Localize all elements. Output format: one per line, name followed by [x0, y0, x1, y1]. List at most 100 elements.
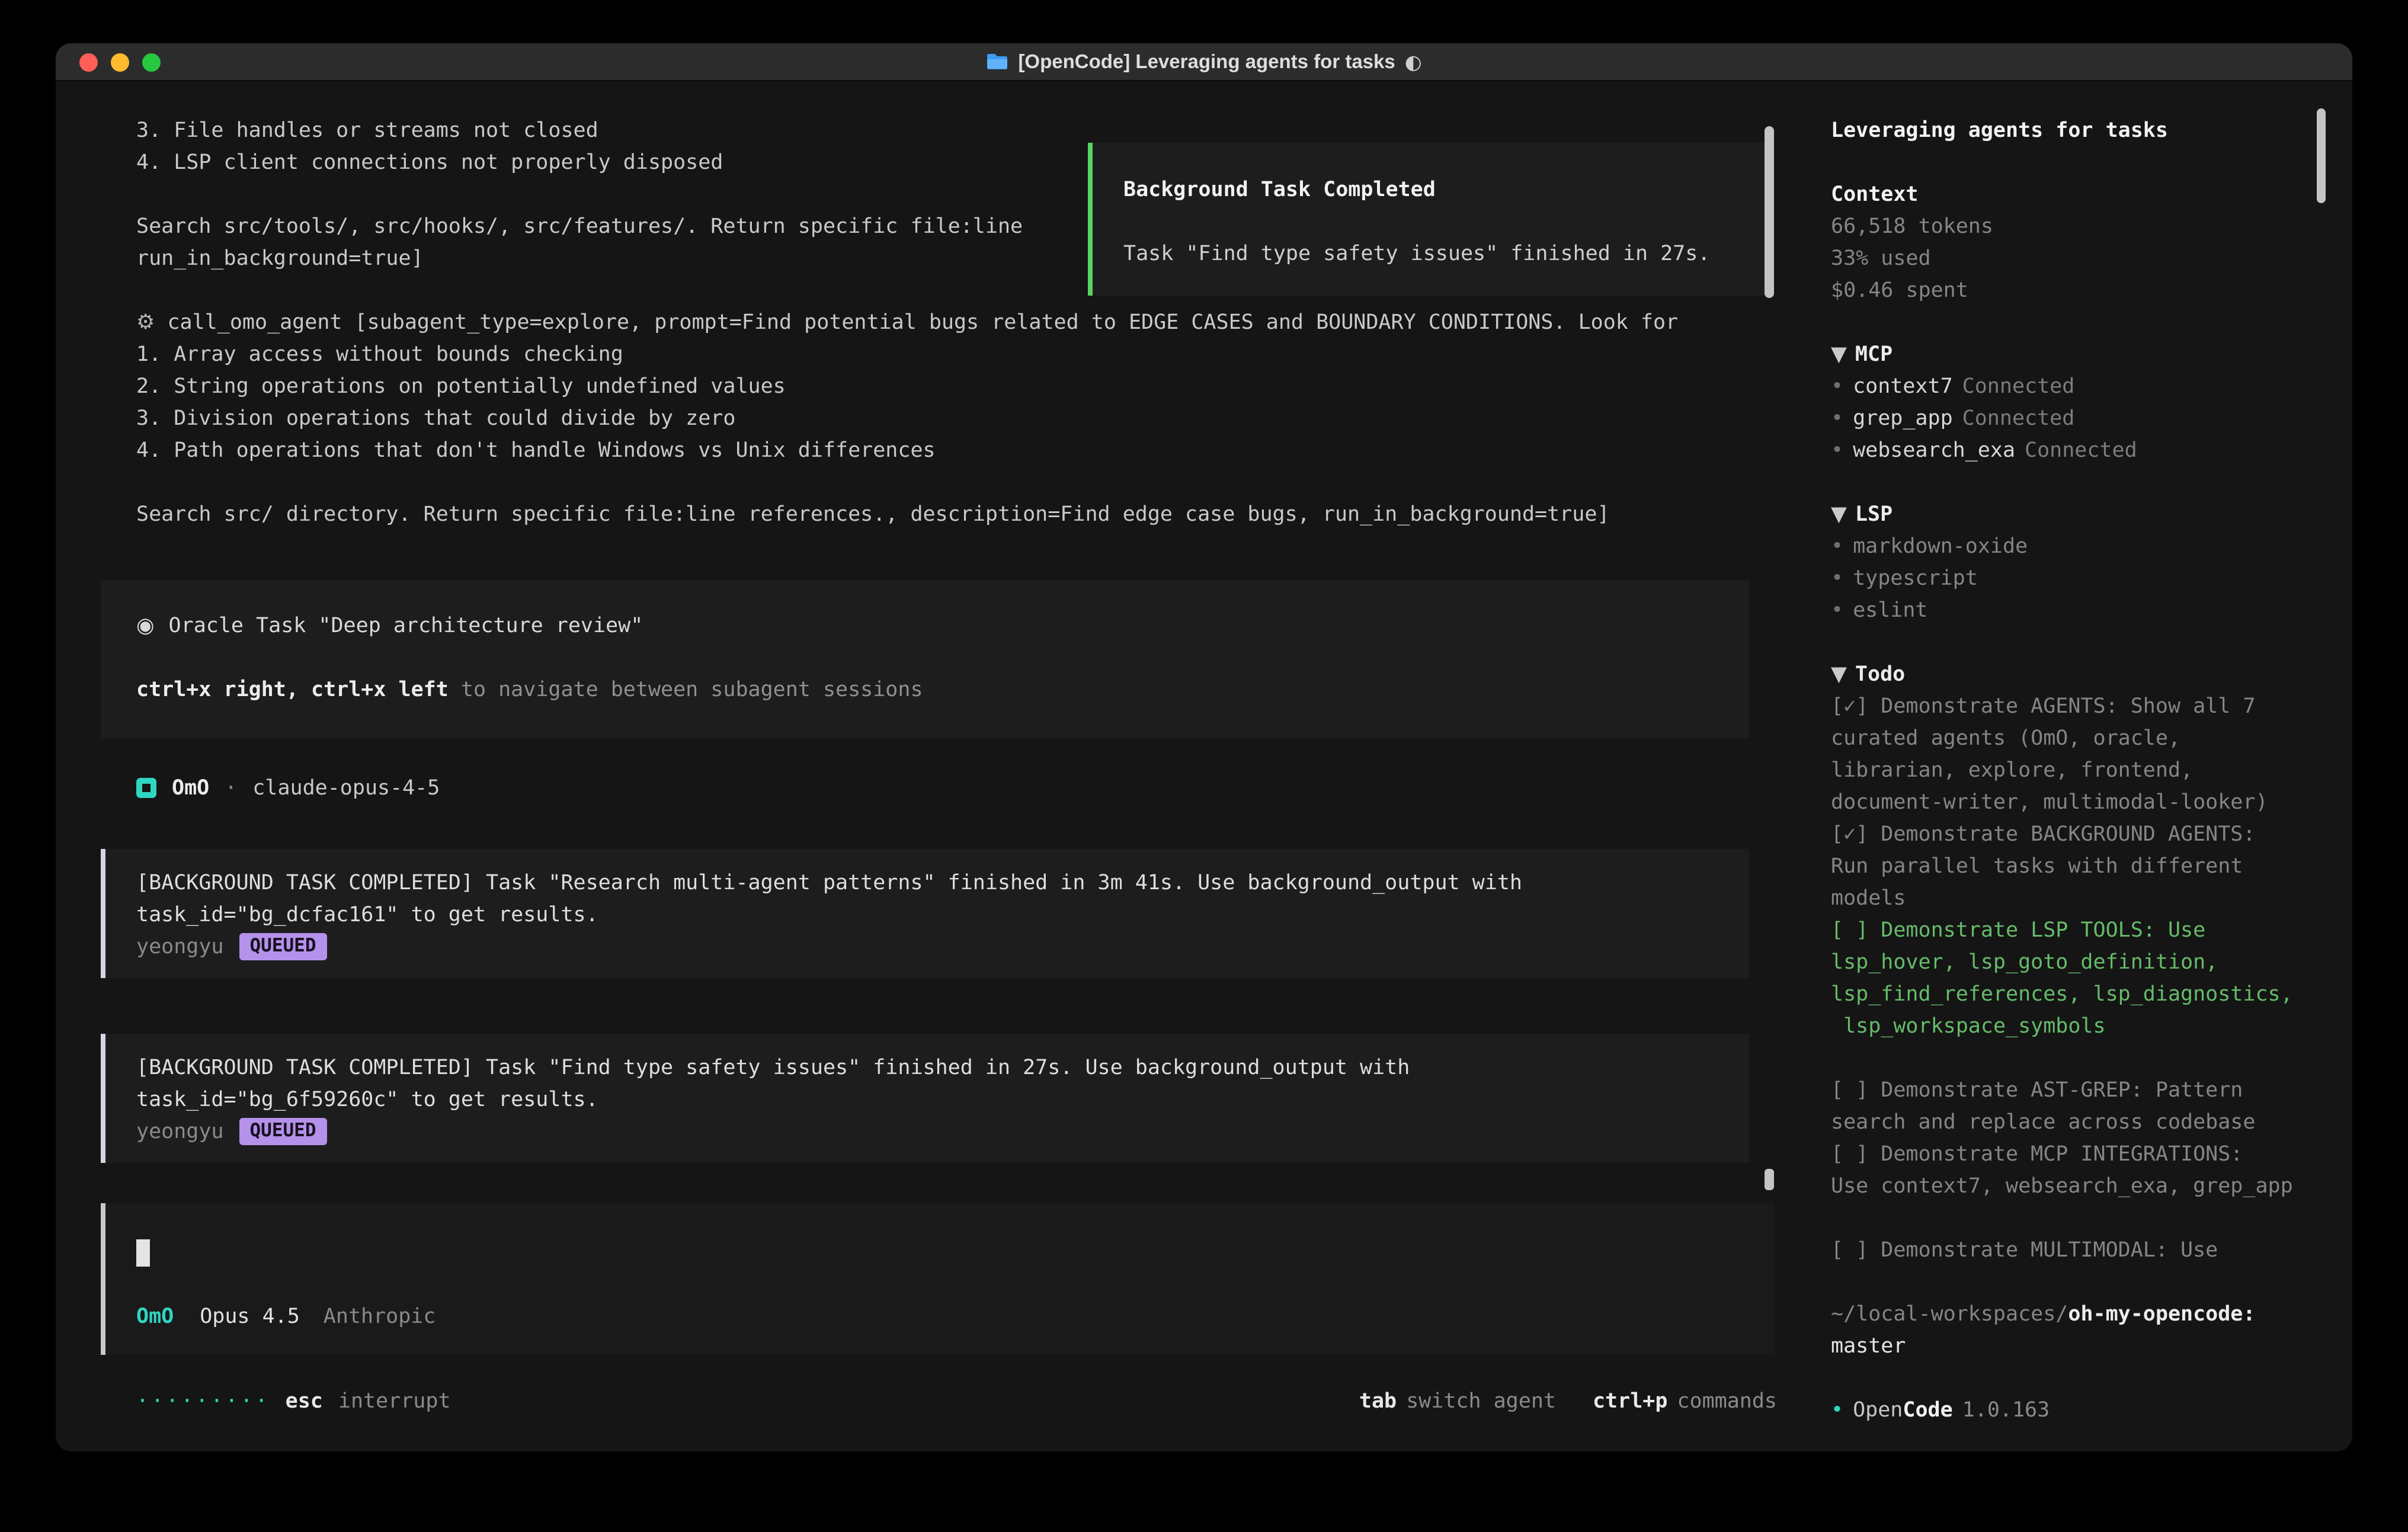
mcp-item: •websearch_exaConnected	[1831, 434, 2326, 466]
main-scrollbar-thumb[interactable]	[1765, 1169, 1774, 1190]
session-title: Leveraging agents for tasks	[1831, 114, 2326, 146]
toast-body: Task "Find type safety issues" finished …	[1123, 238, 1774, 270]
session-sidebar: Leveraging agents for tasks Context 66,5…	[1806, 82, 2352, 1451]
terminal-window: [OpenCode] Leveraging agents for tasks ◐…	[56, 43, 2352, 1451]
todo-line-active: [ ] Demonstrate LSP TOOLS: Use	[1831, 914, 2326, 946]
bullet-icon: •	[1831, 438, 1843, 462]
message-line: task_id="bg_6f59260c" to get results.	[136, 1084, 1714, 1116]
tab-key-hint: tab	[1359, 1389, 1397, 1413]
esc-key-hint: esc	[286, 1389, 323, 1413]
workspace-branch: master	[1831, 1330, 2326, 1362]
output-line: 1. Array access without bounds checking	[101, 338, 1774, 370]
prompt-input[interactable]: OmO Opus 4.5 Anthropic	[101, 1203, 1774, 1355]
todo-line-done: document-writer, multimodal-looker)	[1831, 786, 2326, 818]
message-author: yeongyu	[136, 1116, 224, 1148]
esc-key-label: interrupt	[338, 1389, 451, 1413]
hint-description: to navigate between subagent sessions	[449, 678, 923, 701]
todo-line-done: [✓] Demonstrate BACKGROUND AGENTS:	[1831, 818, 2326, 850]
bullet-icon: •	[1831, 406, 1843, 430]
status-left: ········· esc interrupt	[136, 1389, 451, 1413]
output-line: 4. Path operations that don't handle Win…	[101, 434, 1774, 466]
input-model-line: OmO Opus 4.5 Anthropic	[136, 1300, 1738, 1332]
todo-line-active: lsp_find_references, lsp_diagnostics,	[1831, 978, 2326, 1010]
todo-line-done: Run parallel tasks with different	[1831, 850, 2326, 882]
traffic-lights	[79, 43, 161, 81]
toast-title: Background Task Completed	[1123, 174, 1774, 206]
window-title: [OpenCode] Leveraging agents for tasks ◐	[986, 50, 1421, 73]
agent-model: claude-opus-4-5	[252, 772, 440, 804]
lsp-item: •typescript	[1831, 562, 2326, 594]
bullet-icon: •	[1831, 566, 1843, 590]
chevron-down-icon: ▼	[1831, 502, 1847, 526]
message-author: yeongyu	[136, 931, 224, 963]
tool-call-text: call_omo_agent [subagent_type=explore, p…	[155, 310, 1678, 334]
message-line: [BACKGROUND TASK COMPLETED] Task "Find t…	[136, 1052, 1714, 1084]
todo-line-pending: [ ] Demonstrate MCP INTEGRATIONS:	[1831, 1138, 2326, 1170]
oracle-task-title: ◉Oracle Task "Deep architecture review"	[136, 610, 1714, 642]
ctrlp-key-label: commands	[1677, 1389, 1777, 1413]
agent-name: OmO	[172, 772, 209, 804]
agent-checkbox-icon	[136, 778, 156, 798]
todo-line-pending: Use context7, websearch_exa, grep_app	[1831, 1170, 2326, 1202]
zoom-button[interactable]	[142, 53, 161, 72]
todo-line-done: curated agents (OmO, oracle,	[1831, 722, 2326, 754]
todo-line-done: models	[1831, 882, 2326, 914]
background-task-message: [BACKGROUND TASK COMPLETED] Task "Resear…	[101, 849, 1749, 978]
mcp-item: •context7Connected	[1831, 370, 2326, 402]
input-cursor-line[interactable]	[136, 1236, 1738, 1268]
mcp-section-header[interactable]: ▼MCP	[1831, 338, 2326, 370]
output-line: 3. Division operations that could divide…	[101, 402, 1774, 434]
todo-line-pending: search and replace across codebase	[1831, 1106, 2326, 1138]
lsp-section-header[interactable]: ▼LSP	[1831, 498, 2326, 530]
gear-icon: ⚙	[136, 310, 155, 334]
output-line: 3. File handles or streams not closed	[101, 114, 1774, 146]
output-line: Search src/ directory. Return specific f…	[101, 498, 1774, 530]
fisheye-icon: ◉	[136, 614, 155, 637]
working-dots-indicator: ·········	[136, 1389, 270, 1413]
minimize-button[interactable]	[111, 53, 129, 72]
status-badge: QUEUED	[239, 1118, 327, 1145]
mcp-item: •grep_appConnected	[1831, 402, 2326, 434]
input-agent-name: OmO	[136, 1300, 174, 1332]
agent-header: OmO · claude-opus-4-5	[101, 772, 1774, 804]
progress-spinner-icon: ◐	[1405, 50, 1422, 73]
background-task-message: [BACKGROUND TASK COMPLETED] Task "Find t…	[101, 1034, 1749, 1163]
status-bar: ········· esc interrupt tab switch agent…	[136, 1385, 1777, 1417]
tab-key-label: switch agent	[1406, 1389, 1556, 1413]
main-scrollbar-thumb[interactable]	[1765, 126, 1774, 298]
context-spent: $0.46 spent	[1831, 274, 2326, 306]
message-line: task_id="bg_dcfac161" to get results.	[136, 899, 1714, 931]
input-provider-name: Anthropic	[324, 1300, 436, 1332]
window-title-text: [OpenCode] Leveraging agents for tasks	[1018, 50, 1395, 73]
background-task-toast: Background Task Completed Task "Find typ…	[1088, 143, 1774, 296]
workspace-path: ~/local-workspaces/oh-my-opencode:	[1831, 1298, 2326, 1330]
todo-line-pending: [ ] Demonstrate MULTIMODAL: Use	[1831, 1234, 2326, 1266]
todo-line-done: [✓] Demonstrate AGENTS: Show all 7	[1831, 690, 2326, 722]
bullet-icon: •	[1831, 598, 1843, 622]
ctrlp-key-hint: ctrl+p	[1593, 1389, 1667, 1413]
navigation-hint: ctrl+x right, ctrl+x left to navigate be…	[136, 674, 1714, 706]
context-tokens: 66,518 tokens	[1831, 210, 2326, 242]
close-button[interactable]	[79, 53, 98, 72]
todo-line-active: lsp_hover, lsp_goto_definition,	[1831, 946, 2326, 978]
bullet-icon: •	[1831, 534, 1843, 558]
todo-line-done: librarian, explore, frontend,	[1831, 754, 2326, 786]
text-cursor	[136, 1239, 150, 1267]
status-badge: QUEUED	[239, 933, 327, 960]
output-line: 2. String operations on potentially unde…	[101, 370, 1774, 402]
chevron-down-icon: ▼	[1831, 662, 1847, 686]
message-meta: yeongyu QUEUED	[136, 931, 1714, 963]
app-version: •OpenCode1.0.163	[1831, 1394, 2326, 1426]
status-right: tab switch agent ctrl+p commands	[1359, 1389, 1777, 1413]
todo-line-active: lsp_workspace_symbols	[1831, 1010, 2326, 1042]
sidebar-scrollbar-thumb[interactable]	[2317, 108, 2326, 203]
bullet-icon: •	[1831, 374, 1843, 398]
message-line: [BACKGROUND TASK COMPLETED] Task "Resear…	[136, 867, 1714, 899]
oracle-task-panel: ◉Oracle Task "Deep architecture review" …	[101, 580, 1749, 739]
hint-shortcut-keys: ctrl+x right, ctrl+x left	[136, 678, 449, 701]
folder-icon	[986, 53, 1008, 70]
context-header: Context	[1831, 178, 2326, 210]
titlebar: [OpenCode] Leveraging agents for tasks ◐	[56, 43, 2352, 81]
tool-call-line: ⚙ call_omo_agent [subagent_type=explore,…	[101, 306, 1774, 338]
todo-section-header[interactable]: ▼Todo	[1831, 658, 2326, 690]
